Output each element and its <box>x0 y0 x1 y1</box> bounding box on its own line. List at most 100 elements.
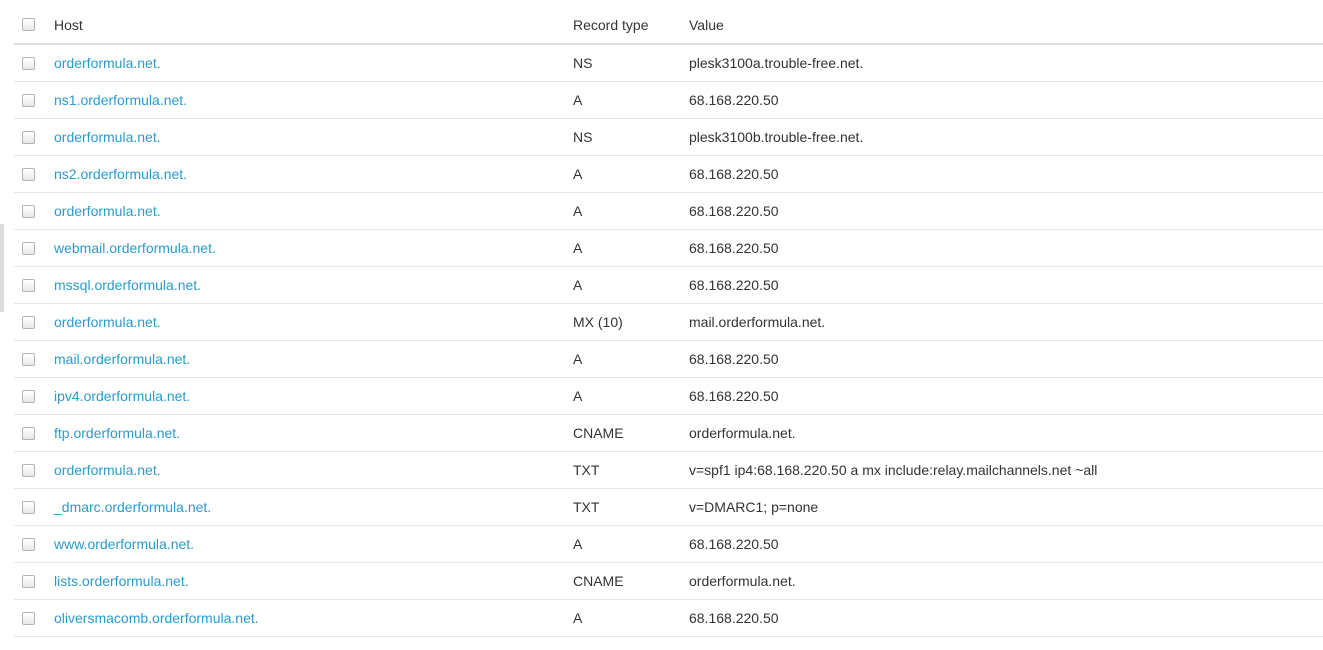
host-link[interactable]: orderformula.net. <box>54 55 161 71</box>
row-check-cell <box>14 278 54 292</box>
host-link[interactable]: mssql.orderformula.net. <box>54 277 201 293</box>
row-check-cell <box>14 352 54 366</box>
record-type-cell: A <box>573 351 583 367</box>
row-check-cell <box>14 611 54 625</box>
table-row: www.orderformula.net. A 68.168.220.50 <box>14 526 1323 563</box>
row-check-cell <box>14 130 54 144</box>
host-link[interactable]: webmail.orderformula.net. <box>54 240 216 256</box>
host-cell: ipv4.orderformula.net. <box>54 388 573 404</box>
row-checkbox[interactable] <box>22 167 35 181</box>
host-link[interactable]: ipv4.orderformula.net. <box>54 388 190 404</box>
value-cell: plesk3100b.trouble-free.net. <box>689 129 864 145</box>
host-link[interactable]: orderformula.net. <box>54 462 161 478</box>
record-type-cell: A <box>573 240 583 256</box>
record-type-cell: TXT <box>573 499 600 515</box>
host-cell: orderformula.net. <box>54 203 573 219</box>
row-checkbox[interactable] <box>22 426 35 440</box>
row-checkbox[interactable] <box>22 204 35 218</box>
table-row: orderformula.net. MX (10) mail.orderform… <box>14 304 1323 341</box>
host-cell: _dmarc.orderformula.net. <box>54 499 573 515</box>
host-cell: orderformula.net. <box>54 314 573 330</box>
host-link[interactable]: ns2.orderformula.net. <box>54 166 187 182</box>
host-link[interactable]: ns1.orderformula.net. <box>54 92 187 108</box>
host-link[interactable]: orderformula.net. <box>54 314 161 330</box>
record-type-cell: A <box>573 203 583 219</box>
row-checkbox[interactable] <box>22 500 35 514</box>
host-cell: webmail.orderformula.net. <box>54 240 573 256</box>
select-all-cell <box>14 18 54 31</box>
row-checkbox[interactable] <box>22 611 35 625</box>
value-cell: 68.168.220.50 <box>689 277 779 293</box>
value-cell: orderformula.net. <box>689 425 796 441</box>
row-check-cell <box>14 167 54 181</box>
record-type-cell: TXT <box>573 462 600 478</box>
host-link[interactable]: orderformula.net. <box>54 203 161 219</box>
value-cell: 68.168.220.50 <box>689 388 779 404</box>
record-type-cell: MX (10) <box>573 314 623 330</box>
host-cell: ftp.orderformula.net. <box>54 425 573 441</box>
record-type-cell: A <box>573 536 583 552</box>
table-row: ns1.orderformula.net. A 68.168.220.50 <box>14 82 1323 119</box>
table-row: orderformula.net. NS plesk3100b.trouble-… <box>14 119 1323 156</box>
row-check-cell <box>14 315 54 329</box>
host-cell: orderformula.net. <box>54 462 573 478</box>
table-header: Host Record type Value <box>14 6 1323 45</box>
host-cell: www.orderformula.net. <box>54 536 573 552</box>
value-cell: 68.168.220.50 <box>689 536 779 552</box>
host-cell: ns1.orderformula.net. <box>54 92 573 108</box>
value-cell: plesk3100a.trouble-free.net. <box>689 55 864 71</box>
column-header-record-type[interactable]: Record type <box>573 17 689 33</box>
row-checkbox[interactable] <box>22 93 35 107</box>
host-link[interactable]: ftp.orderformula.net. <box>54 425 180 441</box>
table-row: orderformula.net. NS plesk3100a.trouble-… <box>14 45 1323 82</box>
column-header-host[interactable]: Host <box>54 17 573 33</box>
row-checkbox[interactable] <box>22 130 35 144</box>
host-link[interactable]: lists.orderformula.net. <box>54 573 189 589</box>
record-type-cell: A <box>573 388 583 404</box>
dns-records-table: Host Record type Value orderformula.net.… <box>14 6 1323 637</box>
record-type-cell: A <box>573 166 583 182</box>
record-type-cell: A <box>573 92 583 108</box>
row-check-cell <box>14 56 54 70</box>
host-link[interactable]: oliversmacomb.orderformula.net. <box>54 610 259 626</box>
host-cell: mail.orderformula.net. <box>54 351 573 367</box>
value-cell: 68.168.220.50 <box>689 92 779 108</box>
table-body: orderformula.net. NS plesk3100a.trouble-… <box>14 45 1323 637</box>
row-check-cell <box>14 537 54 551</box>
row-checkbox[interactable] <box>22 537 35 551</box>
host-cell: orderformula.net. <box>54 55 573 71</box>
record-type-cell: CNAME <box>573 425 624 441</box>
row-checkbox[interactable] <box>22 463 35 477</box>
select-all-checkbox[interactable] <box>22 18 35 31</box>
table-row: oliversmacomb.orderformula.net. A 68.168… <box>14 600 1323 637</box>
row-check-cell <box>14 574 54 588</box>
host-cell: ns2.orderformula.net. <box>54 166 573 182</box>
row-checkbox[interactable] <box>22 241 35 255</box>
table-row: ftp.orderformula.net. CNAME orderformula… <box>14 415 1323 452</box>
value-cell: 68.168.220.50 <box>689 351 779 367</box>
row-checkbox[interactable] <box>22 56 35 70</box>
host-link[interactable]: orderformula.net. <box>54 129 161 145</box>
row-check-cell <box>14 500 54 514</box>
table-row: lists.orderformula.net. CNAME orderformu… <box>14 563 1323 600</box>
row-check-cell <box>14 463 54 477</box>
host-link[interactable]: www.orderformula.net. <box>54 536 194 552</box>
row-checkbox[interactable] <box>22 278 35 292</box>
row-checkbox[interactable] <box>22 574 35 588</box>
host-link[interactable]: _dmarc.orderformula.net. <box>54 499 211 515</box>
value-cell: 68.168.220.50 <box>689 203 779 219</box>
value-cell: orderformula.net. <box>689 573 796 589</box>
column-header-value[interactable]: Value <box>689 17 1323 33</box>
value-cell: v=DMARC1; p=none <box>689 499 819 515</box>
host-cell: orderformula.net. <box>54 129 573 145</box>
row-checkbox[interactable] <box>22 352 35 366</box>
row-checkbox[interactable] <box>22 315 35 329</box>
table-row: _dmarc.orderformula.net. TXT v=DMARC1; p… <box>14 489 1323 526</box>
host-link[interactable]: mail.orderformula.net. <box>54 351 190 367</box>
table-row: orderformula.net. A 68.168.220.50 <box>14 193 1323 230</box>
host-cell: lists.orderformula.net. <box>54 573 573 589</box>
scroll-handle[interactable] <box>0 224 4 312</box>
row-checkbox[interactable] <box>22 389 35 403</box>
record-type-cell: NS <box>573 55 593 71</box>
table-row: orderformula.net. TXT v=spf1 ip4:68.168.… <box>14 452 1323 489</box>
